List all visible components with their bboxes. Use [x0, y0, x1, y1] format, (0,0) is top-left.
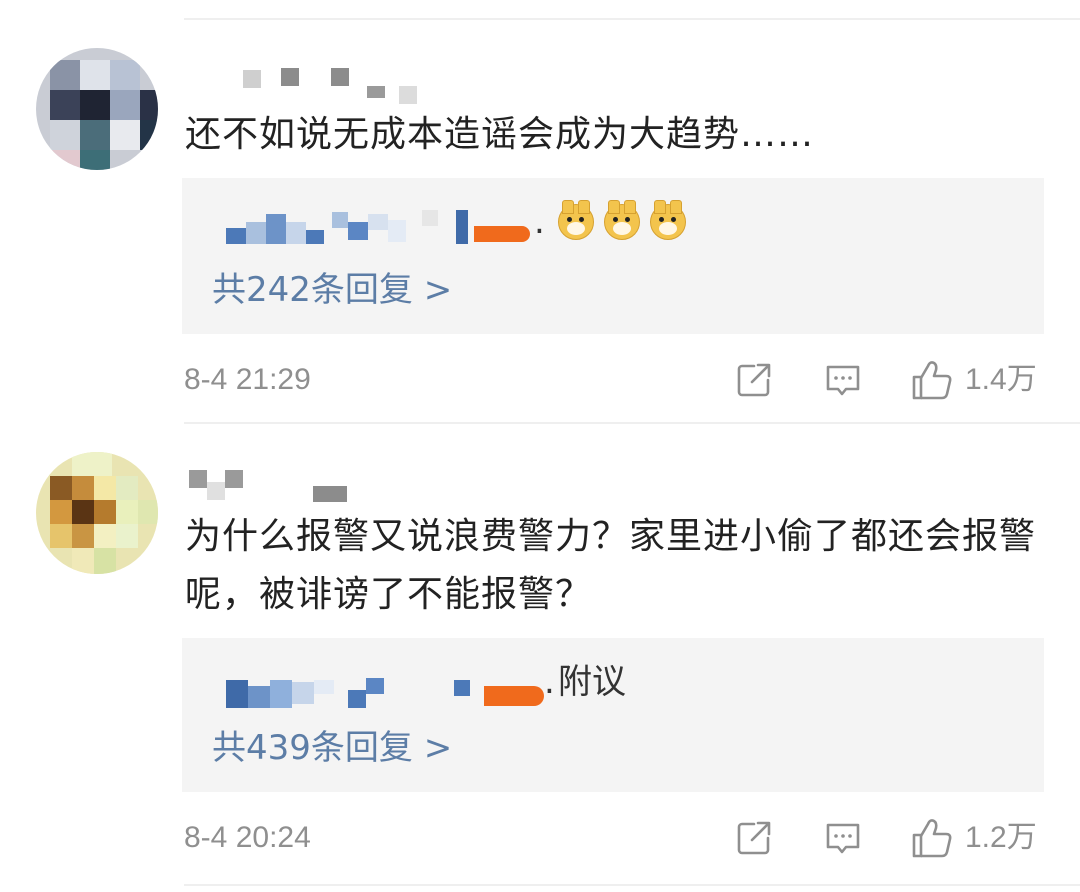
avatar[interactable] — [36, 452, 158, 574]
reply-text: 附议 — [558, 662, 626, 702]
reply-username-masked — [226, 680, 248, 708]
bottom-divider — [184, 884, 1080, 886]
comment-text: 为什么报警又说浪费警力？家里进小偷了都还会报警呢，被诽谤了不能报警？ — [185, 516, 1037, 615]
reply-preview-line: . 附议 — [212, 660, 912, 708]
username-masked[interactable] — [185, 466, 445, 506]
comment-timestamp: 8-4 20:24 — [184, 821, 311, 854]
reply-count-link[interactable]: 共439条回复 > — [212, 726, 452, 770]
comment-item: 为什么报警又说浪费警力？家里进小偷了都还会报警呢，被诽谤了不能报警？ . 附议 … — [0, 0, 1080, 892]
thumbs-up-icon[interactable] — [910, 816, 954, 860]
share-icon[interactable] — [734, 818, 774, 858]
reply-preview-box[interactable]: . 附议 共439条回复 > — [182, 638, 1044, 792]
comment-icon[interactable] — [823, 818, 863, 858]
like-count: 1.2万 — [965, 821, 1037, 854]
